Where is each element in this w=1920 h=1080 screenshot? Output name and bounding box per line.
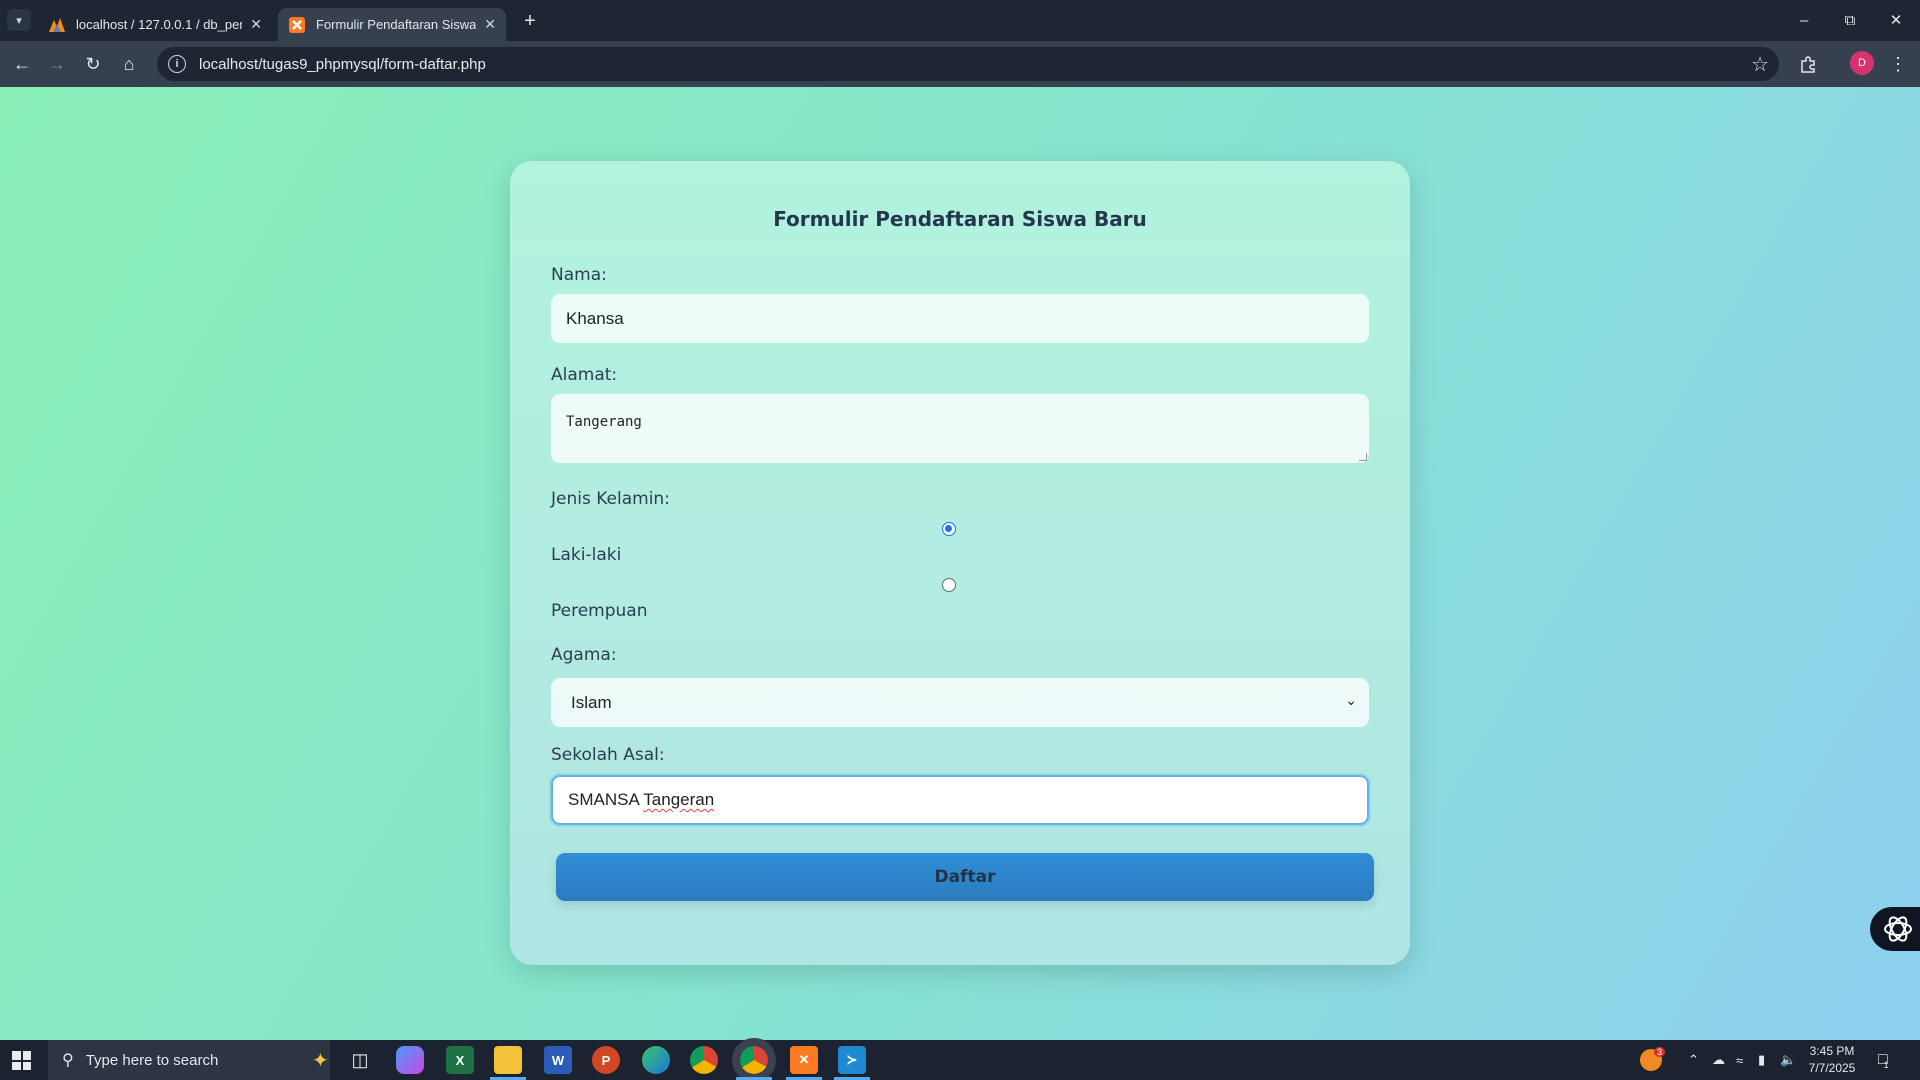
radio-laki-laki[interactable] (942, 522, 956, 536)
search-icon: ⚲ (62, 1052, 74, 1069)
jenis-kelamin-label: Jenis Kelamin: (551, 489, 670, 509)
vscode-icon[interactable]: ≻ (838, 1046, 866, 1074)
minimize-icon[interactable]: – (1786, 6, 1822, 34)
copilot-icon[interactable] (396, 1046, 424, 1074)
address-bar[interactable]: i localhost/tugas9_phpmysql/form-daftar.… (157, 47, 1779, 81)
registration-form-card: Formulir Pendaftaran Siswa Baru Nama: Kh… (510, 161, 1410, 965)
assistant-icon[interactable] (1870, 907, 1920, 951)
profile-avatar[interactable]: D (1850, 51, 1874, 75)
tab-formulir[interactable]: Formulir Pendaftaran Siswa Baru ✕ (278, 8, 506, 41)
sekolah-asal-label: Sekolah Asal: (551, 745, 665, 765)
notification-count: 1 (1883, 1060, 1889, 1070)
laki-laki-label: Laki-laki (551, 545, 622, 565)
tab-title: localhost / 127.0.0.1 / db_pendaftaran (76, 17, 242, 32)
chrome-icon[interactable] (690, 1046, 718, 1074)
alamat-value: Tangerang (566, 414, 642, 430)
phpmyadmin-icon (48, 16, 66, 34)
nama-label: Nama: (551, 265, 607, 285)
show-hidden-icons[interactable]: ⌃ (1688, 1040, 1699, 1080)
powerpoint-icon[interactable]: P (592, 1046, 620, 1074)
tab-title: Formulir Pendaftaran Siswa Baru (316, 17, 477, 32)
agama-selected-value: Islam (571, 692, 612, 712)
agama-label: Agama: (551, 645, 617, 665)
close-icon[interactable]: ✕ (484, 16, 496, 33)
system-clock[interactable]: 3:45 PM 7/7/2025 (1802, 1043, 1862, 1077)
forward-arrow-icon[interactable]: → (43, 50, 71, 78)
new-tab-button[interactable]: + (518, 9, 542, 33)
sekolah-asal-input[interactable]: SMANSA Tangeran (551, 775, 1369, 825)
taskbar-search-box[interactable]: ⚲ Type here to search ✦ (48, 1040, 330, 1080)
close-icon[interactable]: ✕ (250, 16, 262, 33)
notification-icon[interactable]: □ 1 (1878, 1040, 1889, 1080)
word-icon[interactable]: W (544, 1046, 572, 1074)
alamat-label: Alamat: (551, 365, 618, 385)
browser-tab-strip: ▾ localhost / 127.0.0.1 / db_pendaftaran… (0, 0, 1920, 41)
restore-icon[interactable]: ⧉ (1832, 6, 1868, 34)
daftar-button[interactable]: Daftar (556, 853, 1374, 901)
form-title: Formulir Pendaftaran Siswa Baru (773, 207, 1147, 231)
xampp-taskbar-icon[interactable]: ✕ (790, 1046, 818, 1074)
resize-handle-icon[interactable] (1359, 453, 1367, 461)
nama-value: Khansa (566, 308, 624, 328)
sekolah-asal-value: SMANSA Tangeran (568, 790, 714, 810)
battery-icon[interactable]: ▮ (1758, 1040, 1765, 1080)
xampp-icon (288, 16, 306, 34)
reload-icon[interactable]: ↻ (79, 50, 107, 78)
windows-taskbar: ⚲ Type here to search ✦ ◫ X W P ✕ ≻ 3 ⌃ … (0, 1038, 1920, 1080)
wifi-icon[interactable]: ≈ (1736, 1040, 1743, 1080)
onedrive-icon[interactable]: ☁ (1712, 1040, 1725, 1080)
tab-search-button[interactable]: ▾ (7, 9, 31, 31)
radio-perempuan[interactable] (942, 578, 956, 592)
agama-select[interactable]: Islam ⌄ (551, 678, 1369, 727)
more-menu-icon[interactable]: ⋮ (1884, 50, 1912, 78)
close-window-icon[interactable]: ✕ (1878, 6, 1914, 34)
edge-icon[interactable] (642, 1046, 670, 1074)
excel-icon[interactable]: X (446, 1046, 474, 1074)
url-text[interactable]: localhost/tugas9_phpmysql/form-daftar.ph… (199, 56, 486, 73)
bookmark-star-icon[interactable]: ☆ (1751, 52, 1769, 77)
extensions-icon[interactable] (1794, 50, 1822, 78)
nama-input[interactable]: Khansa (551, 294, 1369, 343)
tab-phpmyadmin[interactable]: localhost / 127.0.0.1 / db_pendaftaran ✕ (38, 8, 272, 41)
task-view-icon[interactable]: ◫ (346, 1046, 374, 1074)
chrome-profile-icon[interactable] (732, 1038, 776, 1080)
page-background: Formulir Pendaftaran Siswa Baru Nama: Kh… (0, 87, 1920, 1040)
sekolah-asal-value-part1: SMANSA (568, 790, 644, 809)
weather-widget[interactable]: 3 (1640, 1040, 1673, 1080)
back-arrow-icon[interactable]: ← (8, 50, 36, 78)
sparkle-icon: ✦ (312, 1050, 329, 1072)
chevron-down-icon: ⌄ (1345, 692, 1357, 708)
browser-toolbar: ← → ↻ ⌂ i localhost/tugas9_phpmysql/form… (0, 41, 1920, 87)
weather-badge: 3 (1654, 1047, 1666, 1057)
clock-date: 7/7/2025 (1808, 1061, 1856, 1075)
windows-start-icon[interactable] (12, 1051, 31, 1070)
clock-time: 3:45 PM (1809, 1044, 1855, 1058)
volume-icon[interactable]: 🔈 (1780, 1040, 1796, 1080)
search-placeholder: Type here to search (85, 1051, 219, 1069)
alamat-textarea[interactable]: Tangerang (551, 394, 1369, 463)
home-icon[interactable]: ⌂ (115, 50, 143, 78)
spellcheck-word: Tangeran (643, 790, 715, 809)
file-explorer-icon[interactable] (494, 1046, 522, 1074)
site-info-icon[interactable]: i (168, 55, 186, 73)
perempuan-label: Perempuan (551, 601, 648, 621)
